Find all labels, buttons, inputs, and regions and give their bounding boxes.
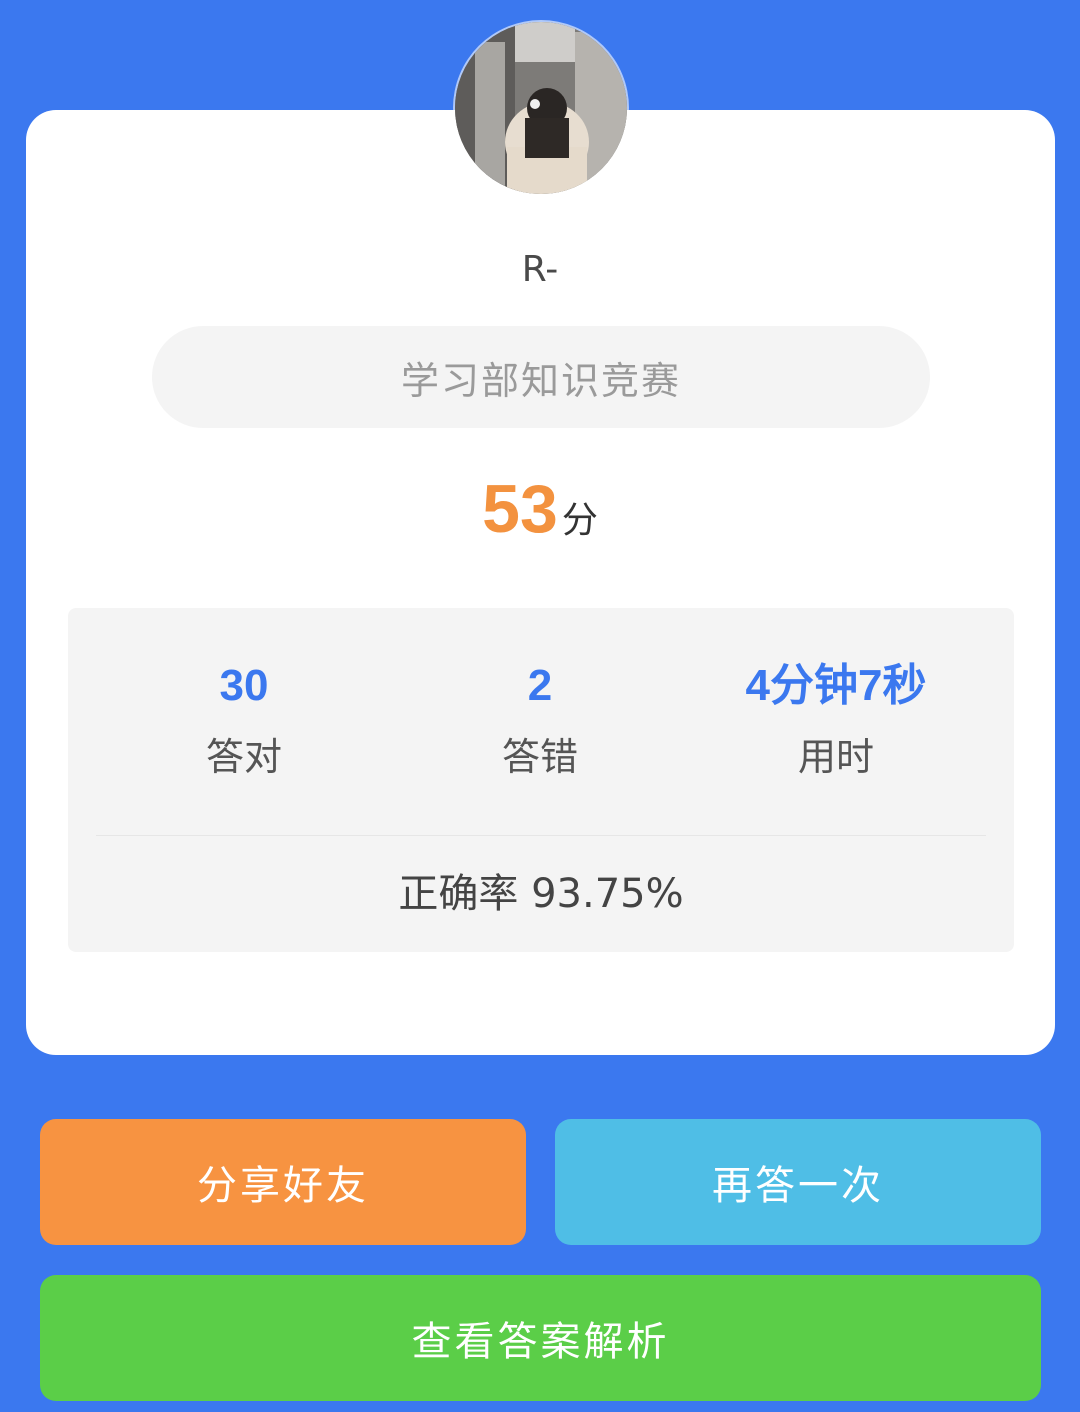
quiz-title-text: 学习部知识竞赛 — [400, 358, 681, 403]
stats-divider — [96, 835, 986, 836]
stat-wrong: 2 答错 — [390, 658, 690, 782]
stat-correct-label: 答对 — [205, 735, 282, 779]
stat-time-label: 用时 — [797, 735, 874, 779]
stat-correct: 30 答对 — [94, 658, 394, 782]
stats-panel: 30 答对 2 答错 4分钟7秒 用时 正确率 93.75% — [68, 608, 1014, 952]
view-analysis-button[interactable]: 查看答案解析 — [40, 1275, 1041, 1401]
stat-wrong-value: 2 — [527, 661, 553, 710]
avatar — [455, 22, 627, 194]
score-unit: 分 — [561, 500, 598, 541]
stat-time: 4分钟7秒 用时 — [686, 658, 986, 782]
share-button[interactable]: 分享好友 — [40, 1119, 526, 1245]
accuracy-text: 正确率 93.75% — [398, 871, 684, 917]
retry-button-label: 再答一次 — [712, 1163, 884, 1209]
share-button-label: 分享好友 — [197, 1163, 369, 1209]
stat-wrong-label: 答错 — [501, 735, 578, 779]
stat-time-value: 4分钟7秒 — [745, 661, 927, 710]
quiz-title: 学习部知识竞赛 — [152, 326, 930, 428]
username: R- — [521, 249, 559, 290]
score: 53 分 — [0, 470, 1080, 548]
retry-button[interactable]: 再答一次 — [555, 1119, 1041, 1245]
score-value: 53 — [482, 471, 558, 547]
view-analysis-button-label: 查看答案解析 — [411, 1319, 670, 1365]
stat-correct-value: 30 — [219, 661, 269, 710]
